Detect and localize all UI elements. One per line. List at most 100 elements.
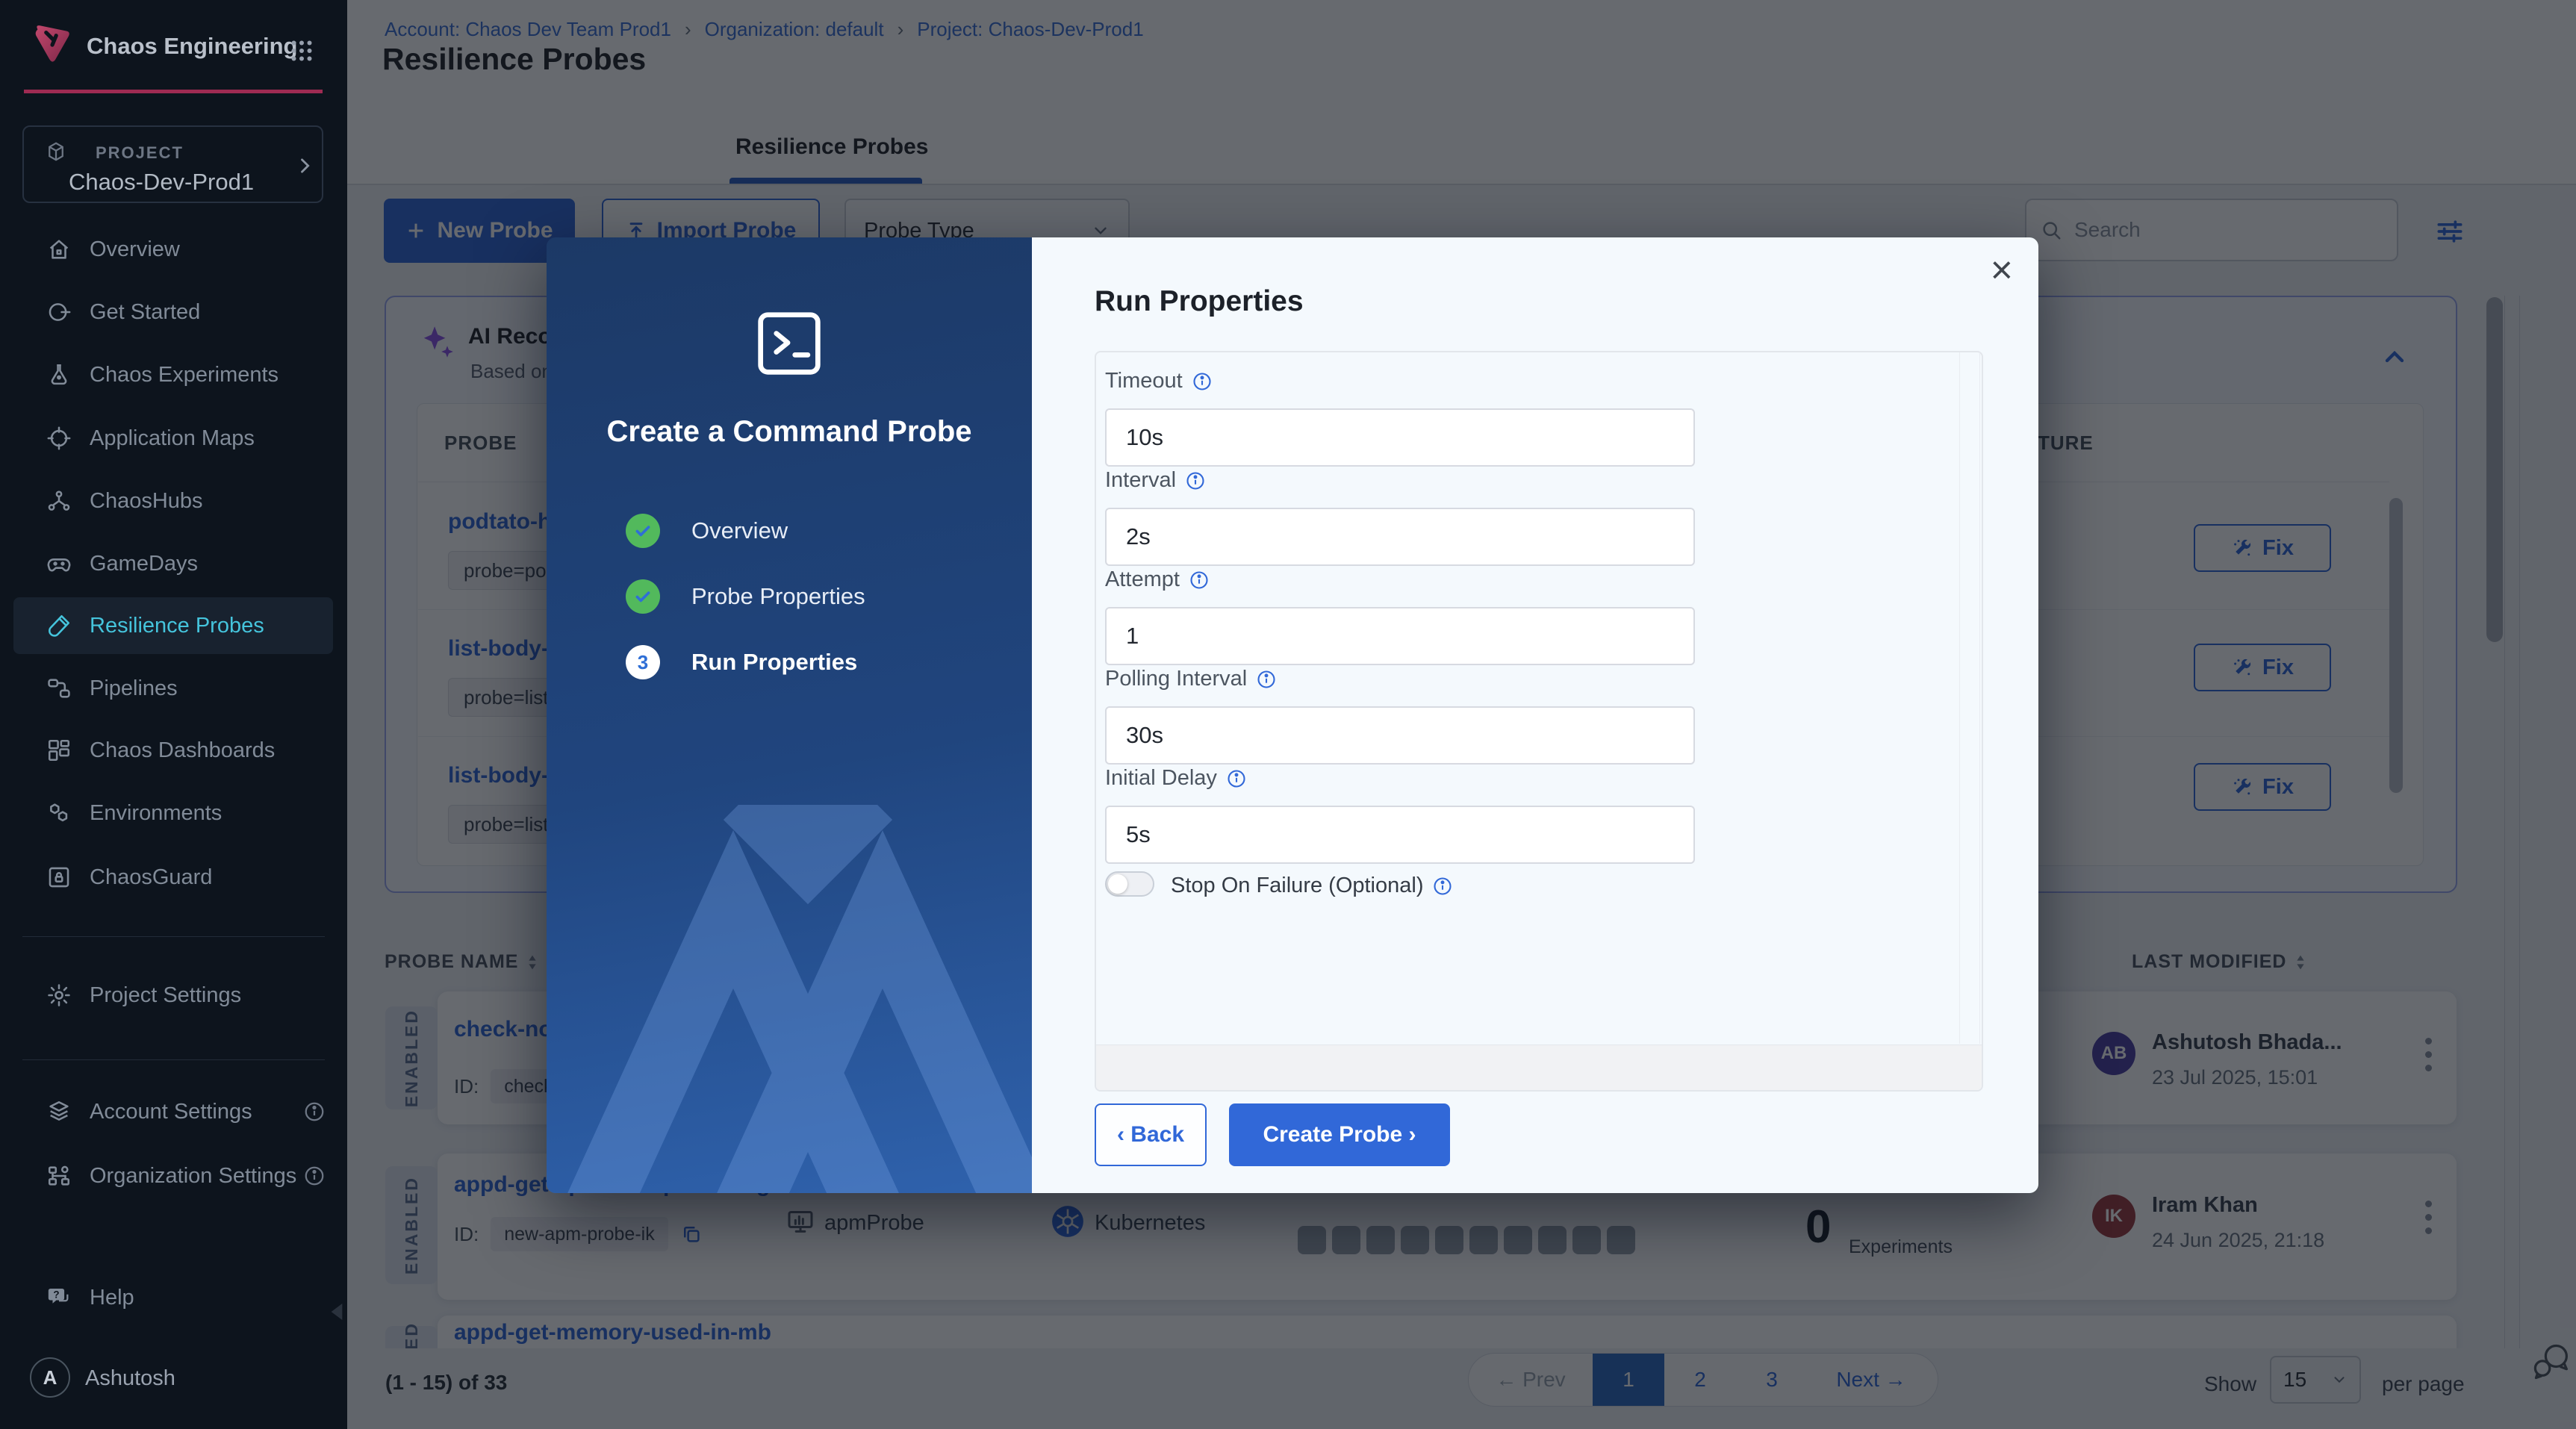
run-properties-pane: × Run Properties Timeout Interval Attemp… [1032,237,2038,1193]
form-footer-strip [1096,1044,1982,1090]
sidebar-item-help[interactable]: ? Help [13,1269,333,1326]
dashboard-grid-icon [48,739,70,762]
interval-input[interactable] [1105,508,1695,566]
step-done-icon [626,514,660,548]
cube-icon [49,142,63,161]
initial-delay-input[interactable] [1105,806,1695,864]
attempt-label: Attempt [1105,567,1210,592]
sidebar-item-overview[interactable]: Overview [13,221,333,278]
create-probe-button[interactable]: Create Probe › [1229,1103,1450,1166]
user-avatar[interactable]: A [30,1357,70,1398]
wizard-step-overview[interactable]: Overview [626,514,788,548]
timeout-label: Timeout [1105,369,1213,393]
wizard-pane: Create a Command Probe Overview Probe Pr… [547,237,1032,1193]
stop-on-failure-label: Stop On Failure (Optional) [1171,874,1453,898]
sidebar-item-get-started[interactable]: Get Started [13,284,333,340]
project-selector[interactable]: PROJECT Chaos-Dev-Prod1 [22,125,323,203]
layers-icon [49,1100,69,1121]
crosshair-icon [47,426,71,450]
sidebar-item-chaoshubs[interactable]: ChaosHubs [13,473,333,529]
org-chart-icon [48,1165,70,1186]
sidebar-item-label: GameDays [90,551,199,576]
stop-on-failure-toggle[interactable] [1105,871,1154,897]
step-label: Probe Properties [691,583,865,609]
brand-accent-line [24,90,323,93]
info-icon[interactable] [1185,470,1206,491]
harness-logo-icon[interactable] [28,19,75,66]
close-icon[interactable]: × [1991,251,2013,290]
user-name[interactable]: Ashutosh [85,1366,175,1391]
wizard-step-run-properties[interactable]: 3 Run Properties [626,645,857,679]
info-icon[interactable] [1189,570,1210,591]
sidebar-item-label: Chaos Dashboards [90,738,276,762]
info-icon[interactable] [1432,876,1453,897]
terminal-icon [758,312,821,375]
harness-watermark [567,805,1032,1193]
sidebar-item-chaos-experiments[interactable]: Chaos Experiments [13,346,333,403]
run-properties-title: Run Properties [1095,285,1304,317]
chevron-right-icon [301,158,310,173]
create-probe-label: Create Probe › [1263,1122,1416,1147]
lock-shield-icon [49,867,69,888]
run-properties-form: Timeout Interval Attempt Polling Interva… [1095,351,1983,1092]
home-icon [49,240,69,259]
back-button[interactable]: ‹ Back [1095,1103,1207,1166]
module-grid-icon[interactable] [288,37,315,64]
sidebar-item-pipelines[interactable]: Pipelines [13,660,333,717]
get-started-icon [49,303,71,321]
sidebar: Chaos Engineering PROJECT Chaos-Dev-Prod… [0,0,347,1429]
interval-label: Interval [1105,468,1206,493]
sidebar-item-label: Pipelines [90,676,178,700]
flask-icon [51,364,67,385]
step-label: Overview [691,517,788,544]
nodes-icon [48,491,70,511]
info-icon[interactable] [1226,768,1247,789]
sidebar-item-label: Resilience Probes [90,613,264,638]
sidebar-item-label: Environments [90,800,223,825]
svg-text:?: ? [53,1289,59,1301]
sidebar-item-label: Overview [90,237,180,261]
timeout-input[interactable] [1105,408,1695,467]
info-icon[interactable] [1256,669,1277,690]
sidebar-item-label: ChaosGuard [90,865,213,889]
hexagons-icon [50,803,68,822]
form-scroll-gutter[interactable] [1959,352,1980,1044]
sidebar-divider [22,1059,325,1060]
sidebar-item-label: Application Maps [90,426,255,450]
sidebar-item-environments[interactable]: Environments [13,785,333,841]
gamepad-icon [47,558,71,572]
project-label: PROJECT [96,143,184,162]
help-chat-icon: ? [48,1288,69,1304]
sidebar-item-label: Organization Settings [90,1163,297,1188]
sidebar-item-organization-settings[interactable]: Organization Settings [13,1148,333,1204]
sidebar-item-label: Project Settings [90,983,242,1007]
attempt-input[interactable] [1105,607,1695,665]
test-tube-icon [49,614,70,637]
sidebar-item-label: ChaosHubs [90,488,203,513]
gear-icon [48,984,70,1006]
initial-delay-label: Initial Delay [1105,766,1247,791]
sidebar-item-resilience-probes[interactable]: Resilience Probes [13,597,333,654]
info-icon [305,1166,324,1186]
sidebar-item-gamedays[interactable]: GameDays [13,535,333,592]
sidebar-item-label: Get Started [90,299,201,324]
sidebar-item-chaosguard[interactable]: ChaosGuard [13,849,333,906]
info-icon[interactable] [1192,371,1213,392]
sidebar-item-label: Help [90,1285,134,1310]
sidebar-item-chaos-dashboards[interactable]: Chaos Dashboards [13,722,333,779]
sidebar-item-label: Account Settings [90,1099,252,1124]
sidebar-item-account-settings[interactable]: Account Settings [13,1083,333,1140]
sidebar-item-application-maps[interactable]: Application Maps [13,410,333,467]
wizard-step-probe-properties[interactable]: Probe Properties [626,579,865,614]
step-number-icon: 3 [626,645,660,679]
wizard-title: Create a Command Probe [606,415,972,448]
sidebar-divider [22,936,325,937]
polling-interval-label: Polling Interval [1105,667,1277,691]
polling-interval-input[interactable] [1105,706,1695,765]
info-icon [305,1102,324,1121]
sidebar-collapse-icon[interactable] [329,1302,345,1321]
step-label: Run Properties [691,649,858,675]
create-command-probe-modal: Create a Command Probe Overview Probe Pr… [547,237,2038,1193]
pipeline-icon [48,679,70,698]
sidebar-item-project-settings[interactable]: Project Settings [13,967,333,1024]
